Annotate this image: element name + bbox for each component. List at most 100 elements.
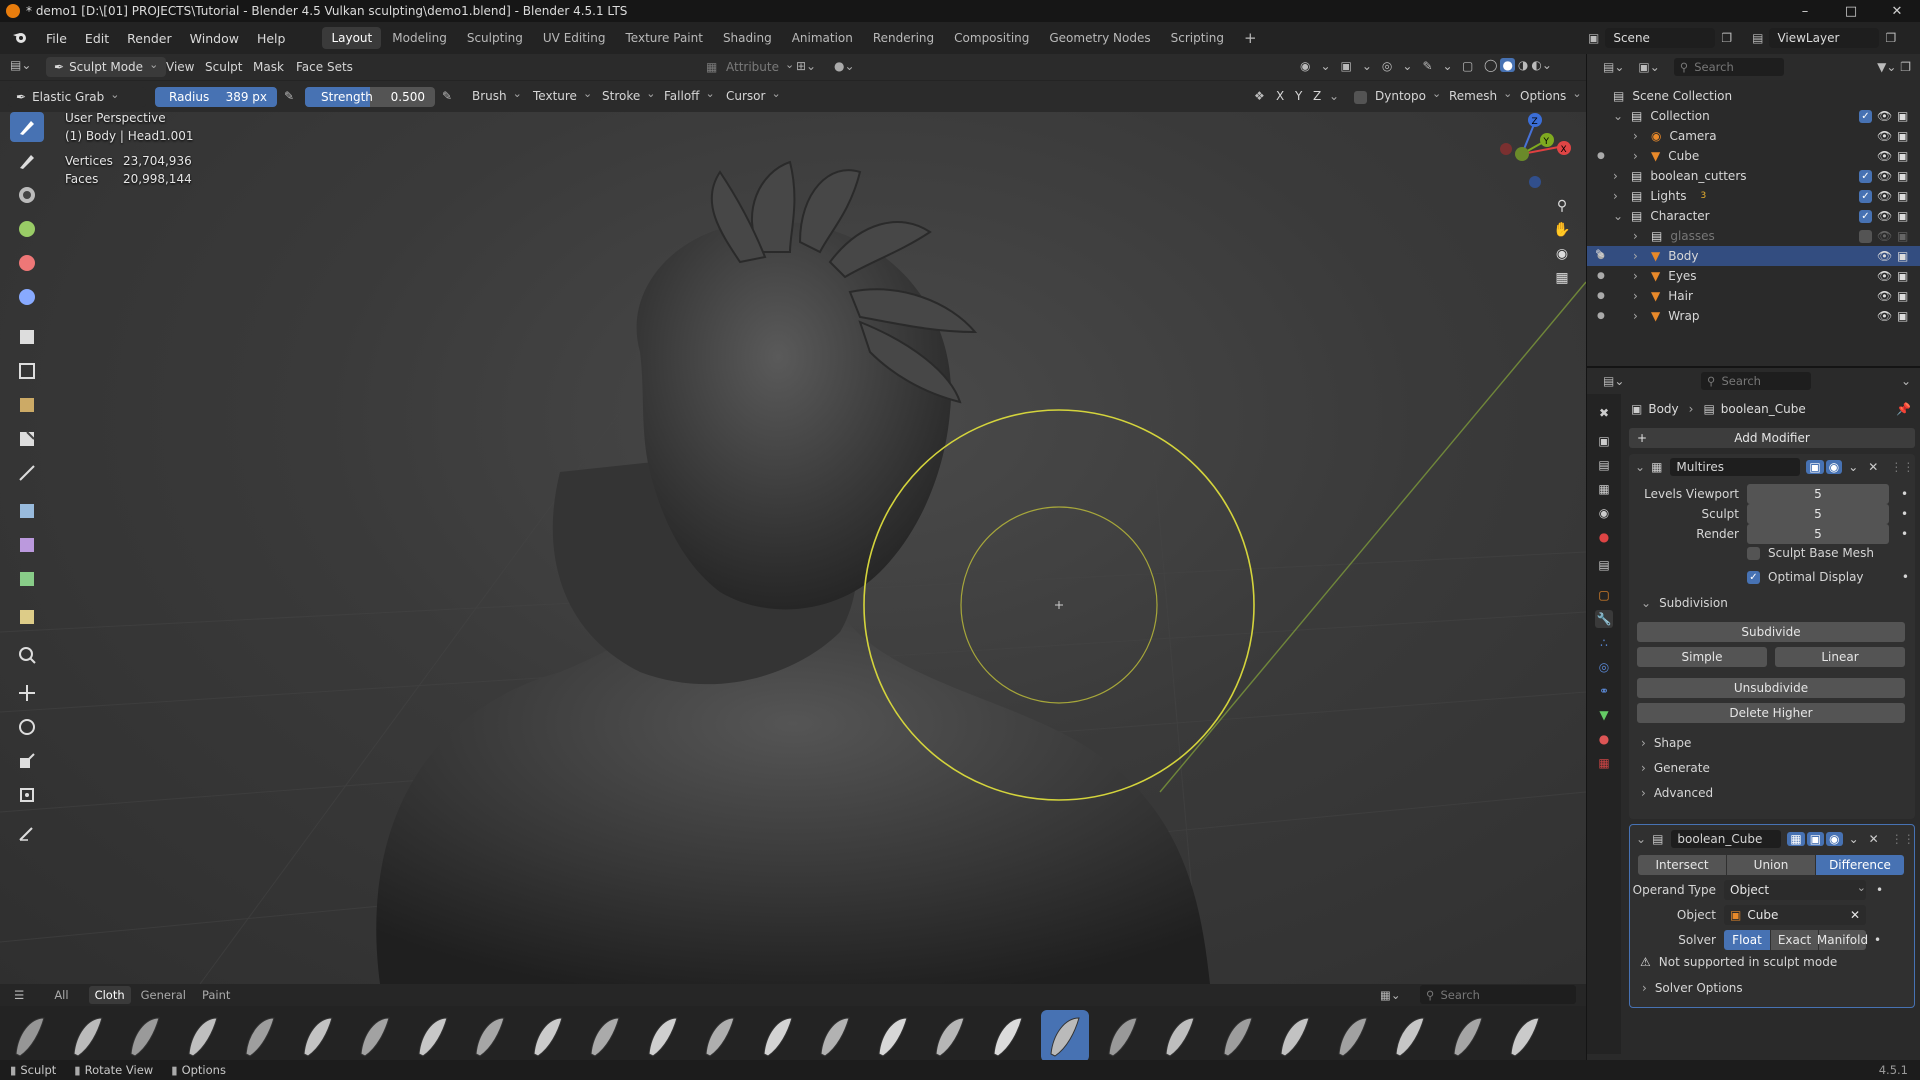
brush-thumbnail[interactable] (409, 1010, 457, 1062)
tool-rotate-icon[interactable] (10, 712, 44, 742)
collapsed-chevron-icon[interactable]: › (1633, 269, 1645, 283)
union-button[interactable]: Union (1727, 855, 1815, 875)
mode-selector[interactable]: ✒ Sculpt Mode (46, 57, 167, 77)
brush-thumbnail[interactable] (1041, 1010, 1089, 1062)
subdivision-chevron-icon[interactable]: ⌄ (1641, 596, 1651, 610)
collection-tab-icon[interactable]: ▤ (1595, 556, 1613, 574)
material-tab-icon[interactable]: ● (1595, 730, 1613, 748)
menu-edit[interactable]: Edit (76, 31, 118, 46)
minimize-icon[interactable]: – (1782, 0, 1828, 22)
show-render-icon[interactable]: ◉ (1826, 832, 1843, 846)
tool-box-hide-icon[interactable] (10, 356, 44, 386)
tool-box-face-set-icon[interactable] (10, 390, 44, 420)
edit-dot-icon[interactable]: ● (1597, 271, 1605, 281)
tool-paint-color-icon[interactable] (10, 248, 44, 278)
menu-render[interactable]: Render (118, 31, 181, 46)
brush-thumbnail[interactable] (984, 1010, 1032, 1062)
tool-scale-icon[interactable] (10, 746, 44, 776)
strength-field[interactable]: Strength 0.500 (305, 87, 435, 107)
visibility-eye-icon[interactable]: 👁 (1877, 289, 1892, 303)
exclude-checkbox[interactable]: ✓ (1859, 189, 1872, 203)
linear-button[interactable]: Linear (1775, 647, 1905, 667)
collapsed-chevron-icon[interactable]: › (1633, 249, 1645, 263)
render-camera-icon[interactable]: ▣ (1897, 189, 1908, 203)
properties-options-icon[interactable]: ⌄ (1901, 374, 1911, 388)
pan-hand-icon[interactable]: ✋ (1553, 222, 1570, 238)
boolean-name-field[interactable]: boolean_Cube (1671, 830, 1782, 848)
brush-thumbnail[interactable] (581, 1010, 629, 1062)
visibility-eye-icon[interactable]: 👁 (1877, 229, 1892, 243)
outliner-row[interactable]: › ▤ glasses 👁 ▣ (1587, 226, 1920, 246)
visibility-eye-icon[interactable]: 👁 (1877, 249, 1892, 263)
tab-sculpting[interactable]: Sculpting (458, 27, 532, 49)
outliner-row[interactable]: › ▤ boolean_cutters ✓ 👁 ▣ (1587, 166, 1920, 186)
outliner-row[interactable]: › ▤ Lights 3 ✓ 👁 ▣ (1587, 186, 1920, 206)
brush-thumbnail[interactable] (1099, 1010, 1147, 1062)
tab-texture-paint[interactable]: Texture Paint (617, 27, 712, 49)
edit-dot-icon[interactable]: ● (1597, 291, 1605, 301)
outliner-row[interactable]: ● › ▼ Body 👁 ▣ (1587, 246, 1920, 266)
operand-type-dropdown[interactable]: Object (1724, 880, 1866, 900)
solver-manifold-button[interactable]: Manifold (1817, 930, 1868, 950)
edit-dot-icon[interactable]: ● (1597, 311, 1605, 321)
brush-thumbnail[interactable] (466, 1010, 514, 1062)
menu-cursor[interactable]: Cursor (726, 89, 781, 103)
outliner-row[interactable]: ● › ▼ Hair 👁 ▣ (1587, 286, 1920, 306)
menu-mask[interactable]: Mask (253, 60, 284, 74)
unsubdivide-button[interactable]: Unsubdivide (1637, 678, 1905, 698)
mirror-y-toggle[interactable]: Y (1295, 89, 1302, 103)
mirror-options-icon[interactable]: ⌄ (1329, 89, 1339, 103)
new-viewlayer-icon[interactable]: ❐ (1885, 31, 1896, 45)
snapping-icon[interactable]: ●⌄ (834, 59, 855, 73)
tool-annotate-icon[interactable] (10, 818, 44, 848)
close-icon[interactable]: ✕ (1874, 0, 1920, 22)
render-camera-icon[interactable]: ▣ (1897, 209, 1908, 223)
solver-exact-button[interactable]: Exact (1771, 930, 1818, 950)
remesh-menu[interactable]: Remesh (1449, 89, 1512, 103)
output-tab-icon[interactable]: ▤ (1595, 456, 1613, 474)
modifier-menu-icon[interactable]: ⌄ (1849, 832, 1859, 846)
menu-help[interactable]: Help (248, 31, 295, 46)
symmetry-icon[interactable]: ⊞⌄ (796, 59, 816, 73)
render-level-field[interactable]: 5 (1747, 524, 1889, 544)
outliner-row[interactable]: ● › ▼ Cube 👁 ▣ (1587, 146, 1920, 166)
attribute-selector[interactable]: Attribute (726, 60, 794, 74)
visibility-eye-icon[interactable]: 👁 (1877, 269, 1892, 283)
brush-selector[interactable]: ✒ Elastic Grab (8, 87, 146, 107)
brush-thumbnail[interactable] (351, 1010, 399, 1062)
viewlayer-icon[interactable]: ▤ (1752, 31, 1763, 45)
brush-thumbnail[interactable] (1214, 1010, 1262, 1062)
tool-transform-icon[interactable] (10, 780, 44, 810)
remove-modifier-icon[interactable]: ✕ (1869, 832, 1879, 846)
tool-move-icon[interactable] (10, 678, 44, 708)
difference-button[interactable]: Difference (1816, 855, 1904, 875)
drag-handle-icon[interactable]: ⋮⋮ (1891, 832, 1915, 846)
particles-tab-icon[interactable]: ∴ (1595, 634, 1613, 652)
menu-window[interactable]: Window (181, 31, 248, 46)
visibility-eye-icon[interactable]: 👁 (1877, 209, 1892, 223)
menu-face-sets[interactable]: Face Sets (296, 60, 353, 74)
keyframe-dot-icon[interactable]: • (1874, 933, 1881, 947)
keyframe-dot-icon[interactable]: • (1876, 883, 1883, 897)
levels-viewport-field[interactable]: 5 (1747, 484, 1889, 504)
tab-modeling[interactable]: Modeling (383, 27, 456, 49)
sculpt-base-mesh-checkbox[interactable] (1747, 546, 1760, 560)
show-viewport-icon[interactable]: ▣ (1806, 832, 1825, 846)
collapsed-chevron-icon[interactable]: › (1633, 229, 1645, 243)
texture-tab-icon[interactable]: ▦ (1595, 754, 1613, 772)
brush-thumbnail[interactable] (754, 1010, 802, 1062)
brush-thumbnail[interactable] (1329, 1010, 1377, 1062)
viewlayer-selector[interactable]: ViewLayer (1769, 28, 1880, 48)
render-camera-icon[interactable]: ▣ (1897, 289, 1908, 303)
view-layer-tab-icon[interactable]: ▦ (1595, 480, 1613, 498)
radius-field[interactable]: Radius 389 px (155, 87, 277, 107)
simple-button[interactable]: Simple (1637, 647, 1767, 667)
solid-shading-icon[interactable]: ● (1500, 58, 1515, 72)
subdivision-header[interactable]: Subdivision (1659, 596, 1728, 610)
menu-view[interactable]: View (166, 60, 194, 74)
scene-tab-icon[interactable]: ◉ (1595, 504, 1613, 522)
menu-falloff[interactable]: Falloff (664, 89, 715, 103)
scene-selector[interactable]: Scene (1605, 28, 1716, 48)
tool-box-trim-icon[interactable] (10, 424, 44, 454)
tool-brush-icon[interactable] (10, 112, 44, 142)
